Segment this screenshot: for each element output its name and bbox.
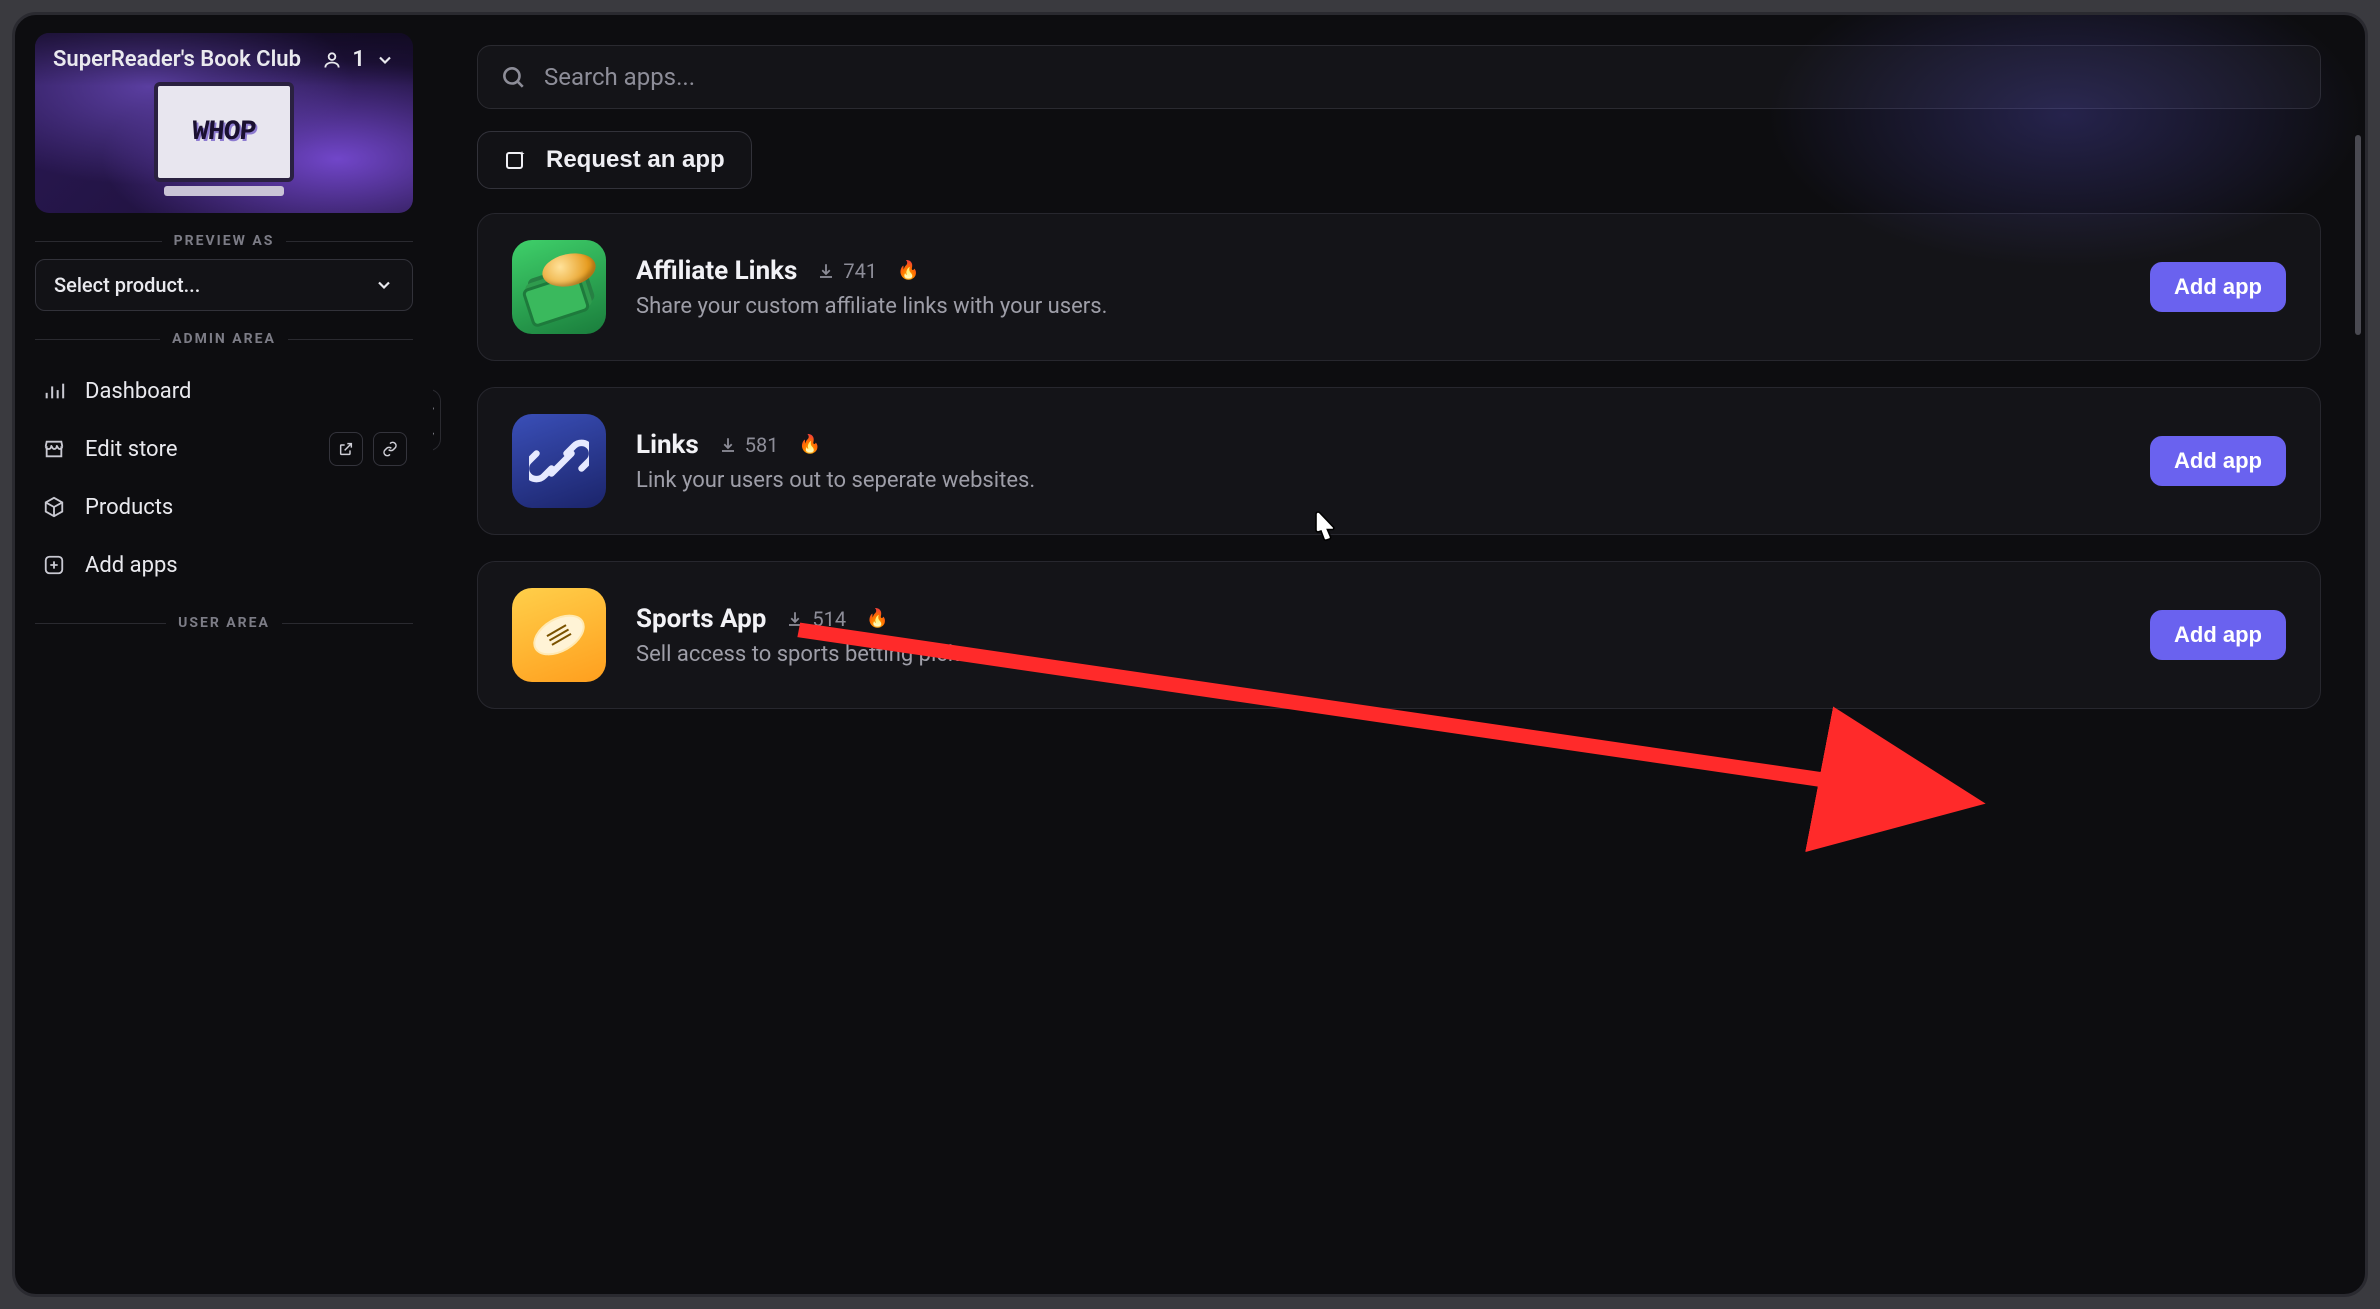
nav-products[interactable]: Products [35,479,413,535]
chevron-down-icon [374,275,394,295]
workspace-illustration: WHOP [154,82,294,182]
nav-edit-store[interactable]: Edit store [35,421,413,477]
store-icon [41,438,67,460]
fire-icon: 🔥 [897,260,919,281]
search-placeholder: Search apps... [544,63,695,91]
download-icon [817,262,835,280]
add-app-button-affiliate[interactable]: Add app [2150,262,2286,312]
app-title: Affiliate Links [636,256,797,286]
app-icon-sports [512,588,606,682]
install-count: 581 [719,433,779,457]
app-title: Sports App [636,604,766,634]
admin-nav: Dashboard Edit store [35,363,413,593]
external-link-icon [338,441,354,457]
collapse-handle[interactable]: ( [433,389,441,451]
nav-label: Products [85,495,173,520]
admin-section-label: ADMIN AREA [172,331,276,347]
plus-square-icon [41,554,67,576]
admin-section-divider: ADMIN AREA [35,331,413,347]
sparkle-plus-icon [504,148,528,172]
chevron-down-icon [375,50,395,70]
main-content: ( Search apps... Request an app [433,15,2365,1294]
sidebar: WHOP SuperReader's Book Club 1 PREVIEW A… [15,15,433,1294]
nav-label: Add apps [85,553,178,578]
workspace-card[interactable]: WHOP SuperReader's Book Club 1 [35,33,413,213]
workspace-title: SuperReader's Book Club [53,47,301,72]
link-icon [382,441,398,457]
whop-logo-text: WHOP [191,117,257,148]
copy-link-button[interactable] [373,432,407,466]
request-app-label: Request an app [546,146,725,174]
nav-add-apps[interactable]: Add apps [35,537,413,593]
nav-dashboard[interactable]: Dashboard [35,363,413,419]
request-app-button[interactable]: Request an app [477,131,752,189]
install-count: 741 [817,259,877,283]
app-card-links: Links 581 🔥 Link your users out to seper… [477,387,2321,535]
user-section-divider: USER AREA [35,615,413,631]
app-card-sports: Sports App 514 🔥 Sell access to sports b… [477,561,2321,709]
scrollbar[interactable] [2355,135,2361,335]
app-description: Share your custom affiliate links with y… [636,294,2120,319]
workspace-switcher[interactable]: 1 [322,47,395,72]
nav-label: Dashboard [85,379,191,404]
app-list: Affiliate Links 741 🔥 Share your custom … [433,207,2365,749]
add-app-button-sports[interactable]: Add app [2150,610,2286,660]
download-icon [719,436,737,454]
search-icon [500,64,526,90]
app-description: Link your users out to seperate websites… [636,468,2120,493]
person-icon [322,50,342,70]
cube-icon [41,496,67,518]
search-input[interactable]: Search apps... [477,45,2321,109]
user-section-label: USER AREA [178,615,270,631]
member-count: 1 [352,47,365,72]
bar-chart-icon [41,380,67,402]
app-description: Sell access to sports betting picks. [636,642,2120,667]
product-select[interactable]: Select product... [35,259,413,311]
app-title: Links [636,430,699,460]
app-window: WHOP SuperReader's Book Club 1 PREVIEW A… [12,12,2368,1297]
app-icon-affiliate [512,240,606,334]
nav-label: Edit store [85,437,178,462]
preview-section-divider: PREVIEW AS [35,233,413,249]
app-icon-links [512,414,606,508]
preview-section-label: PREVIEW AS [174,233,275,249]
main-header: Search apps... Request an app [433,15,2365,207]
product-select-placeholder: Select product... [54,273,200,297]
open-external-button[interactable] [329,432,363,466]
install-count: 514 [786,607,846,631]
download-icon [786,610,804,628]
app-card-affiliate-links: Affiliate Links 741 🔥 Share your custom … [477,213,2321,361]
workspace-header: SuperReader's Book Club 1 [35,33,413,86]
fire-icon: 🔥 [866,608,888,629]
add-app-button-links[interactable]: Add app [2150,436,2286,486]
fire-icon: 🔥 [799,434,821,455]
